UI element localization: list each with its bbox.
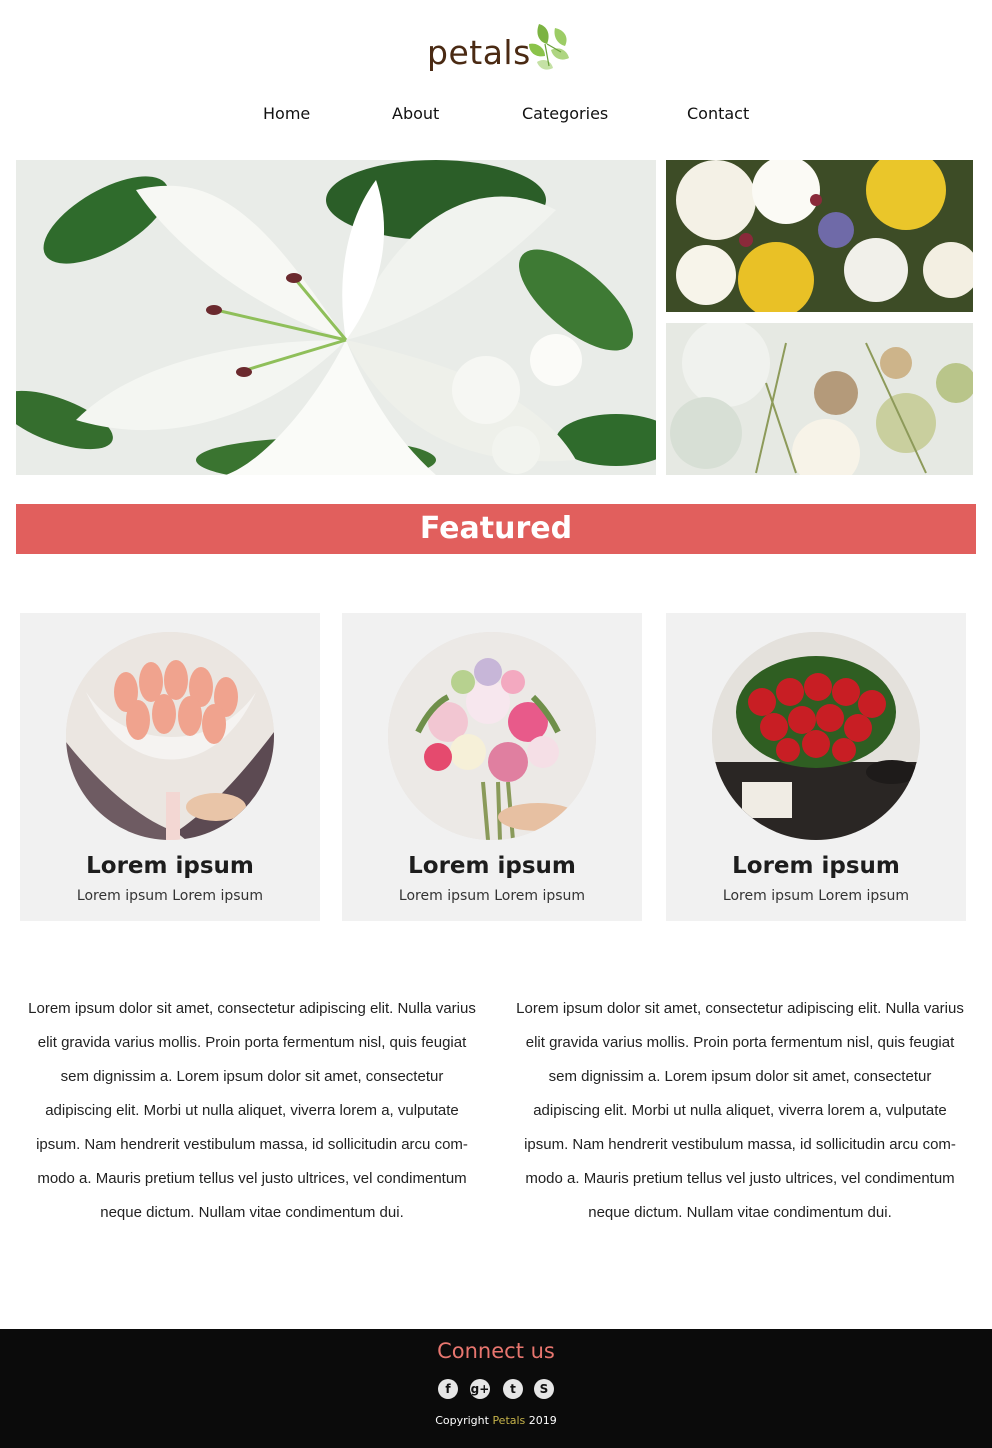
card-title: Lorem ipsum (408, 853, 576, 879)
footer-title: Connect us (437, 1339, 555, 1363)
card-title: Lorem ipsum (86, 853, 254, 879)
main-nav: Home About Categories Contact (0, 104, 992, 134)
facebook-icon[interactable]: f (438, 1379, 458, 1399)
product-image-red-roses (712, 632, 920, 840)
logo[interactable]: petals (423, 12, 571, 76)
card-subtitle: Lorem ipsum Lorem ipsum (722, 888, 910, 904)
product-card[interactable]: Lorem ipsum Lorem ipsum Lorem ipsum (666, 613, 966, 921)
skype-icon[interactable]: S (534, 1379, 554, 1399)
hero-image-white-bouquet (666, 323, 973, 475)
card-title: Lorem ipsum (732, 853, 900, 879)
google-plus-icon[interactable]: g+ (470, 1379, 490, 1399)
footer: Connect us f g+ t S Copyright Petals 201… (0, 1329, 992, 1448)
nav-categories[interactable]: Categories (522, 104, 608, 123)
nav-contact[interactable]: Contact (687, 104, 749, 123)
hero-image-lilies (16, 160, 656, 475)
text-column-left: Lorem ipsum dolor sit amet, consectetur … (28, 1000, 476, 1221)
logo-text: petals (427, 33, 531, 72)
card-subtitle: Lorem ipsum Lorem ipsum (76, 888, 264, 904)
copyright: Copyright Petals 2019 (0, 1414, 992, 1427)
twitter-icon[interactable]: t (503, 1379, 523, 1399)
text-column-right: Lorem ipsum dolor sit amet, consectetur … (516, 1000, 964, 1221)
product-image-mixed-bouquet (388, 632, 596, 840)
product-image-pink-tulips (66, 632, 274, 840)
featured-title: Featured (419, 511, 573, 546)
copyright-year: 2019 (525, 1414, 557, 1427)
card-subtitle: Lorem ipsum Lorem ipsum (398, 888, 586, 904)
product-card[interactable]: Lorem ipsum Lorem ipsum Lorem ipsum (342, 613, 642, 921)
leaf-icon (529, 24, 569, 70)
product-card[interactable]: Lorem ipsum Lorem ipsum Lorem ipsum (20, 613, 320, 921)
hero-image-yellow-tulips (666, 160, 973, 312)
featured-banner: Featured (16, 504, 976, 554)
nav-about[interactable]: About (392, 104, 439, 123)
nav-home[interactable]: Home (263, 104, 310, 123)
copyright-prefix: Copyright (435, 1414, 493, 1427)
copyright-brand[interactable]: Petals (492, 1414, 525, 1427)
